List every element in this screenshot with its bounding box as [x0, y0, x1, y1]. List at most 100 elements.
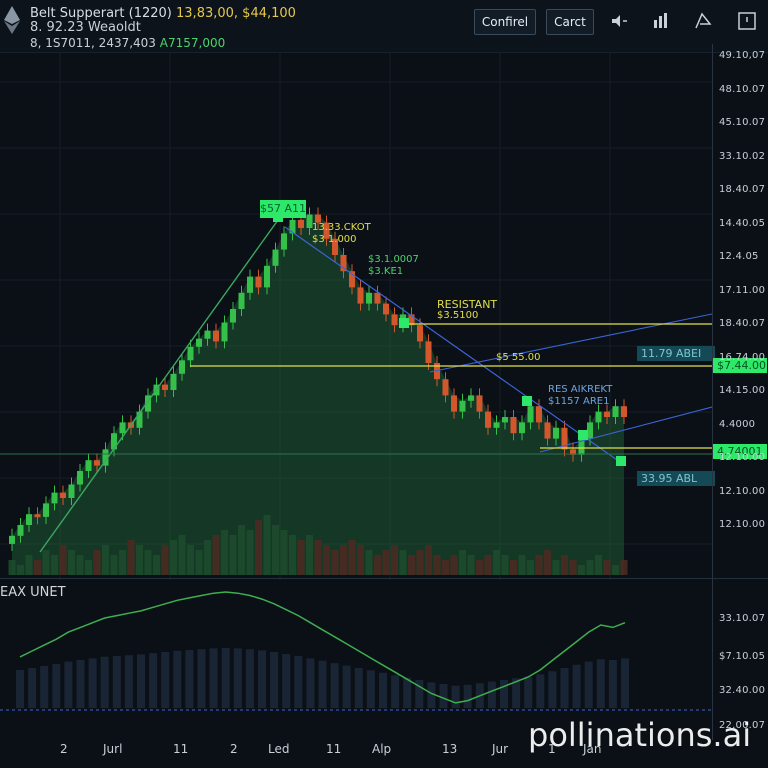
candle-body [34, 514, 41, 518]
volume-bar [518, 555, 526, 575]
oscillator-bar [536, 674, 545, 708]
symbol-name: Belt Supperart (1220) [30, 6, 172, 21]
candle-body [196, 338, 202, 347]
price-axis-label: 12.10.00 [719, 519, 766, 530]
price-axis-label: 4.4000 [719, 418, 756, 430]
volume-bar [595, 555, 602, 575]
volume-bar [221, 530, 228, 575]
oscillator-bar [451, 685, 460, 708]
ohlc-values: 8, 1S7011, 2437,403 [30, 36, 156, 50]
candle-body [417, 325, 423, 342]
volume-bar [450, 555, 458, 575]
candle-body [459, 400, 466, 412]
candle-body [230, 309, 236, 323]
peak-price-tag: $57 A11 [260, 200, 306, 218]
volume-bar [59, 545, 67, 575]
oscillator-bar [354, 668, 363, 708]
candle-body [476, 395, 483, 412]
bar-chart-icon[interactable] [650, 10, 672, 32]
candle-body [77, 471, 83, 485]
price-axis-label: 12.4.05 [719, 251, 759, 262]
volume-bar [51, 555, 58, 575]
mid-annotation: $5 55.00 [496, 352, 541, 363]
volume-bar [323, 545, 330, 575]
volume-bar [110, 555, 118, 575]
volume-bar [170, 540, 177, 575]
oscillator-bar [40, 666, 49, 708]
volume-bar [399, 550, 407, 575]
candle-body [255, 276, 262, 288]
volume-bar [119, 550, 126, 575]
volume-bar [238, 525, 245, 575]
oscillator-bar [270, 652, 279, 708]
oscillator-bar [608, 660, 617, 708]
speaker-icon[interactable] [608, 10, 630, 32]
osc-axis-label: $7.10.05 [719, 651, 766, 662]
osc-axis-label: 32.40.00 [719, 685, 766, 696]
candle-body [519, 422, 525, 434]
annotation-1: 13.33.CKOT [312, 222, 371, 233]
volume-bar [153, 555, 160, 575]
symbol-title: Belt Supperart (1220) 13,83,00, $44,100 [30, 6, 296, 21]
oscillator-bar [282, 654, 291, 708]
oscillator-bar [124, 655, 133, 708]
volume-bar [306, 535, 313, 575]
volume-bar [255, 520, 262, 575]
price-axis-label: 18.40.07 [719, 318, 766, 329]
candle-body [510, 417, 517, 434]
candle-body [43, 503, 49, 517]
price-axis-label: 18.40.07 [719, 184, 766, 195]
volume-bar [459, 550, 466, 575]
volume-bar [357, 545, 364, 575]
volume-bar [552, 560, 560, 575]
oscillator-bar [560, 668, 569, 708]
candle-body [621, 406, 627, 417]
candle-body [213, 330, 219, 342]
candle-body [68, 484, 75, 498]
marker-resistant [399, 318, 409, 328]
volume-bar [127, 540, 135, 575]
blue-channel-upper [429, 313, 712, 373]
pane-separator[interactable] [0, 578, 768, 579]
share-icon[interactable] [692, 10, 714, 32]
oscillator-bar [379, 672, 387, 708]
date-label: Jur [492, 742, 509, 756]
price-axis-label: 49.10,07 [719, 50, 766, 61]
price-axis-label: 33.10.02 [719, 150, 766, 162]
volume-bar [510, 560, 517, 575]
cart-button[interactable]: Carct [546, 9, 594, 35]
price-chart[interactable] [0, 52, 712, 580]
volume-bar [76, 555, 84, 575]
candle-body [612, 406, 619, 417]
volume-bar [408, 555, 415, 575]
volume-bar [272, 525, 279, 575]
volume-bar [195, 550, 203, 575]
oscillator-bar [463, 684, 472, 708]
annotation-1b: $3 1.000 [312, 234, 357, 245]
volume-bar [425, 545, 432, 575]
marker-end [616, 456, 626, 466]
volume-bar [25, 555, 33, 575]
price-badge-1: 11.79 ABEI [637, 346, 715, 361]
volume-bar [340, 545, 347, 575]
date-label: Led [268, 742, 290, 756]
oscillator-bar [221, 648, 230, 708]
volume-bar [569, 560, 577, 575]
volume-bar [544, 550, 551, 575]
volume-bar [289, 535, 296, 575]
candle-body [536, 406, 542, 423]
fullscreen-icon[interactable] [736, 10, 758, 32]
volume-bar [102, 545, 109, 575]
oscillator-bar [258, 650, 266, 708]
header-bar: Belt Supperart (1220) 13,83,00, $44,100 … [0, 0, 768, 53]
volume-bar [212, 535, 220, 575]
ohlc-change: A7157,000 [159, 36, 226, 50]
volume-bar [178, 535, 186, 575]
oscillator-bar [209, 648, 218, 708]
candle-body [383, 303, 389, 315]
volume-bar [493, 550, 500, 575]
confirm-button[interactable]: Confirel [474, 9, 536, 35]
date-label: 11 [326, 742, 342, 756]
volume-bar [484, 555, 492, 575]
volume-bar [136, 545, 143, 575]
